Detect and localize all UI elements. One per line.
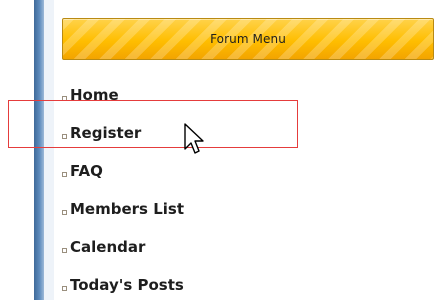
menu-item-todays-posts[interactable]: Today's Posts [62, 266, 422, 304]
menu-item-label[interactable]: Today's Posts [70, 276, 184, 294]
square-bullet-icon [62, 95, 67, 101]
menu-item-members-list[interactable]: Members List [62, 190, 422, 228]
menu-item-label[interactable]: Register [70, 124, 141, 142]
square-bullet-icon [62, 285, 67, 291]
left-border-inner [44, 0, 54, 300]
square-bullet-icon [62, 209, 67, 215]
menu-item-label[interactable]: FAQ [70, 162, 103, 180]
menu-item-faq[interactable]: FAQ [62, 152, 422, 190]
menu-item-label[interactable]: Members List [70, 200, 184, 218]
menu-item-label[interactable]: Calendar [70, 238, 145, 256]
menu-item-register[interactable]: Register [62, 114, 422, 152]
left-border-strip [34, 0, 44, 300]
menu-item-home[interactable]: Home [62, 76, 422, 114]
forum-menu-title: Forum Menu [210, 32, 286, 46]
square-bullet-icon [62, 133, 67, 139]
square-bullet-icon [62, 171, 67, 177]
menu-item-calendar[interactable]: Calendar [62, 228, 422, 266]
forum-menu-list: Home Register FAQ Members List Calendar … [62, 76, 422, 304]
menu-item-label[interactable]: Home [70, 86, 119, 104]
square-bullet-icon [62, 247, 67, 253]
mouse-pointer-icon [184, 123, 204, 154]
forum-menu-header: Forum Menu [62, 18, 434, 60]
